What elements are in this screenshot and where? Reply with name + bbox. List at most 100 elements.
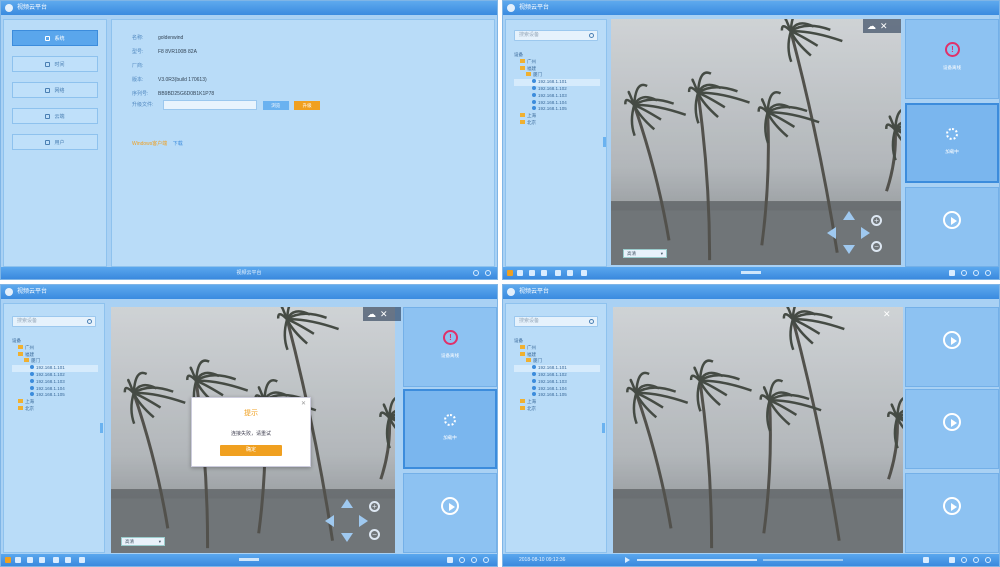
ptz-control[interactable] — [825, 211, 873, 255]
tree-camera-item[interactable]: 192.168.1.101 — [514, 79, 600, 86]
fullscreen-icon[interactable] — [581, 270, 587, 276]
undo-icon[interactable] — [473, 270, 479, 276]
tree-folder-item[interactable]: 福建 — [514, 65, 600, 73]
client-download-link[interactable]: Windows客户端 下载 — [132, 140, 183, 147]
device-search-input[interactable]: 搜索设备 — [514, 30, 598, 41]
layout-16-icon[interactable] — [541, 270, 547, 276]
video-slot-loading[interactable]: 加载中 — [905, 103, 999, 183]
layout-1-icon[interactable] — [5, 557, 11, 563]
refresh-icon[interactable] — [471, 557, 477, 563]
tree-folder-item[interactable]: 上海 — [514, 399, 600, 406]
tree-folder-item[interactable]: 广州 — [12, 344, 98, 352]
settings-icon[interactable] — [459, 557, 465, 563]
bar-center-tab[interactable] — [741, 271, 761, 274]
collapse-handle[interactable] — [603, 137, 606, 147]
layout-9-icon[interactable] — [27, 557, 33, 563]
layout-9-icon[interactable] — [529, 270, 535, 276]
tree-folder-item[interactable]: 北京 — [12, 405, 98, 413]
record-icon[interactable] — [567, 270, 573, 276]
snapshot-icon[interactable] — [53, 557, 59, 563]
play-icon[interactable] — [943, 331, 961, 350]
play-icon[interactable] — [943, 211, 961, 230]
exit-icon[interactable] — [483, 557, 489, 563]
video-slot-3[interactable] — [905, 473, 999, 553]
tree-camera-item[interactable]: 192.168.1.102 — [514, 371, 600, 379]
speed-bar[interactable] — [763, 559, 843, 561]
layout-4-icon[interactable] — [517, 270, 523, 276]
fullscreen-icon[interactable] — [79, 557, 85, 563]
tree-root[interactable]: 设备 — [514, 52, 600, 59]
tree-folder-item[interactable]: 广州 — [514, 344, 600, 352]
close-video-icon[interactable]: ✕ — [880, 21, 888, 32]
cloud-icon[interactable]: ☁ — [867, 21, 876, 32]
tree-folder-item[interactable]: 上海 — [12, 399, 98, 406]
layout-16-icon[interactable] — [39, 557, 45, 563]
tree-folder-item[interactable]: 广州 — [514, 58, 600, 66]
zoom-in-icon[interactable]: + — [369, 501, 380, 512]
volume-icon[interactable] — [949, 270, 955, 276]
video-slot-empty[interactable] — [905, 187, 999, 267]
tree-folder-item[interactable]: 厦门 — [514, 358, 600, 365]
ptz-down-icon[interactable] — [843, 245, 855, 254]
refresh-icon[interactable] — [973, 270, 979, 276]
tree-camera-item[interactable]: 192.168.1.104 — [514, 99, 600, 107]
tree-folder-item[interactable]: 北京 — [514, 405, 600, 413]
dialog-ok-button[interactable]: 确定 — [220, 445, 282, 456]
settings-icon[interactable] — [961, 557, 967, 563]
zoom-out-icon[interactable]: − — [369, 529, 380, 540]
tree-camera-item[interactable]: 192.168.1.101 — [12, 365, 98, 372]
tree-camera-item[interactable]: 192.168.1.103 — [12, 378, 98, 386]
exit-icon[interactable] — [985, 557, 991, 563]
snapshot-icon[interactable] — [555, 270, 561, 276]
play-icon[interactable] — [943, 497, 961, 516]
tree-camera-item[interactable]: 192.168.1.102 — [12, 371, 98, 379]
tree-folder-item[interactable]: 厦门 — [12, 358, 98, 365]
tree-folder-item[interactable]: 北京 — [514, 119, 600, 127]
bar-center-tab[interactable] — [239, 558, 259, 561]
nav-network[interactable]: 网络 — [12, 82, 98, 98]
device-search-input[interactable]: 搜索设备 — [12, 316, 96, 327]
video-slot-offline[interactable]: ! 设备离线 — [403, 307, 497, 387]
tree-folder-item[interactable]: 上海 — [514, 113, 600, 120]
tree-folder-item[interactable]: 福建 — [514, 351, 600, 359]
video-slot-empty[interactable] — [403, 473, 497, 553]
video-slot-1[interactable] — [905, 307, 999, 387]
refresh-icon[interactable] — [973, 557, 979, 563]
volume-icon[interactable] — [447, 557, 453, 563]
tree-camera-item[interactable]: 192.168.1.104 — [514, 385, 600, 393]
video-slot-loading[interactable]: 加载中 — [403, 389, 497, 469]
cloud-icon[interactable]: ☁ — [367, 309, 376, 320]
ptz-left-icon[interactable] — [325, 515, 334, 527]
volume-icon[interactable] — [923, 557, 929, 563]
play-pause-icon[interactable] — [625, 557, 630, 563]
collapse-handle[interactable] — [602, 423, 605, 433]
tree-folder-item[interactable]: 福建 — [12, 351, 98, 359]
nav-cloud[interactable]: 云端 — [12, 108, 98, 124]
tree-root[interactable]: 设备 — [12, 338, 98, 345]
zoom-out-icon[interactable]: − — [871, 241, 882, 252]
nav-user[interactable]: 用户 — [12, 134, 98, 150]
tree-camera-item[interactable]: 192.168.1.104 — [12, 385, 98, 393]
video-slot-offline[interactable]: ! 设备离线 — [905, 19, 999, 99]
nav-system[interactable]: 系统 — [12, 30, 98, 46]
play-icon[interactable] — [943, 413, 961, 432]
layout-4-icon[interactable] — [15, 557, 21, 563]
tree-root[interactable]: 设备 — [514, 338, 600, 345]
playback-progress[interactable] — [637, 559, 757, 561]
snapshot-icon[interactable] — [949, 557, 955, 563]
tree-folder-item[interactable]: 厦门 — [514, 72, 600, 79]
tree-camera-item[interactable]: 192.168.1.103 — [514, 378, 600, 386]
tree-camera-item[interactable]: 192.168.1.103 — [514, 92, 600, 100]
ptz-down-icon[interactable] — [341, 533, 353, 542]
tree-camera-item[interactable]: 192.168.1.102 — [514, 85, 600, 93]
close-icon[interactable] — [485, 270, 491, 276]
ptz-right-icon[interactable] — [359, 515, 368, 527]
upgrade-file-input[interactable] — [163, 100, 258, 110]
quality-select[interactable]: 高清 ▾ — [623, 249, 667, 258]
tree-camera-item[interactable]: 192.168.1.101 — [514, 365, 600, 372]
ptz-up-icon[interactable] — [341, 499, 353, 508]
ptz-right-icon[interactable] — [861, 227, 870, 239]
close-video-icon[interactable]: ✕ — [883, 309, 891, 320]
nav-time[interactable]: 时间 — [12, 56, 98, 72]
layout-1-icon[interactable] — [507, 270, 513, 276]
